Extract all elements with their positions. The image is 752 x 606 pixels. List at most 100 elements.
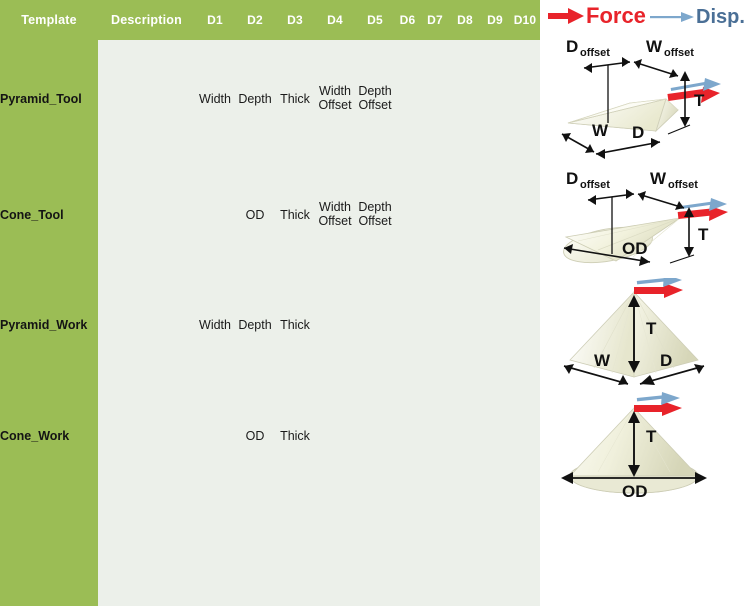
table-row: Cone_Work OD Thick [0, 380, 540, 492]
w-offset-label-base: W [646, 37, 663, 56]
depth-label: D [632, 123, 644, 142]
column-header-d8: D8 [450, 0, 480, 40]
thickness-label: T [646, 319, 657, 338]
cell-description [98, 270, 195, 381]
cell-d5-line1: Depth [358, 84, 392, 99]
w-offset-label-base: W [650, 169, 667, 188]
cell-d5: Depth Offset [355, 40, 395, 159]
table-row: Pyramid_Work Width Depth Thick [0, 270, 540, 381]
cell-d10 [510, 380, 540, 492]
displacement-arrow-icon [636, 392, 680, 405]
cell-d2 [235, 491, 275, 606]
table-row: Pyramid_Tool Width Depth Thick Width Off… [0, 40, 540, 159]
legend-label-force: Force [586, 3, 646, 28]
table-header: Template Description D1 D2 D3 D4 D5 D6 D… [0, 0, 540, 40]
cell-d10 [510, 491, 540, 606]
cell-d5-line2: Offset [358, 98, 392, 113]
cell-d5 [355, 270, 395, 381]
depth-dimension [595, 138, 661, 159]
cell-d6 [395, 158, 420, 271]
cell-d9 [480, 270, 510, 381]
cell-description [98, 491, 195, 606]
cell-d1: Width [195, 270, 235, 381]
row-header-pyramid-tool: Pyramid_Tool [0, 40, 98, 159]
cell-d10 [510, 270, 540, 381]
column-header-d6: D6 [395, 0, 420, 40]
legend-item-disp: Disp. [648, 7, 745, 27]
cell-d4 [315, 491, 355, 606]
cell-d4-line1: Width [319, 84, 351, 99]
cell-d1 [195, 491, 235, 606]
cell-d8 [450, 380, 480, 492]
cell-d3 [275, 491, 315, 606]
cell-d4: Width Offset [315, 40, 355, 159]
cell-d10 [510, 158, 540, 271]
d-offset-label-sub: offset [580, 179, 610, 191]
figure-column: Force Disp. D offset W offset T W D D of… [538, 0, 752, 606]
cell-d9 [480, 380, 510, 492]
cell-d8 [450, 491, 480, 606]
pyramid-tool-figure: D offset W offset T W D [538, 30, 752, 162]
displacement-arrow-icon [680, 198, 727, 211]
width-label: W [592, 121, 609, 140]
cell-d6 [395, 40, 420, 159]
thickness-label: T [694, 91, 705, 110]
cell-d7 [420, 270, 450, 381]
cell-d5: Depth Offset [355, 158, 395, 271]
cell-d1 [195, 380, 235, 492]
displacement-arrow-icon [670, 78, 721, 91]
pyramid-work-figure: T W D [538, 278, 752, 392]
d-offset-label-base: D [566, 169, 578, 188]
cell-d8 [450, 40, 480, 159]
table-body: Pyramid_Tool Width Depth Thick Width Off… [0, 40, 540, 606]
force-arrow-icon [634, 283, 683, 298]
cell-d8 [450, 158, 480, 271]
column-header-d7: D7 [420, 0, 450, 40]
cell-d6 [395, 380, 420, 492]
cell-d6 [395, 491, 420, 606]
cell-d2: Depth [235, 270, 275, 381]
cell-d5-line2: Offset [358, 213, 392, 228]
cell-d5 [355, 491, 395, 606]
cell-d5-line1: Depth [358, 199, 392, 214]
force-arrow-icon [548, 8, 584, 24]
width-dimension [561, 133, 595, 153]
legend-item-force: Force [546, 5, 646, 27]
cell-d4 [315, 270, 355, 381]
cell-d5 [355, 380, 395, 492]
cell-d4-line1: Width [319, 199, 351, 214]
column-header-template: Template [0, 0, 98, 40]
cell-d1 [195, 158, 235, 271]
template-dimension-table-container: Template Description D1 D2 D3 D4 D5 D6 D… [0, 0, 540, 606]
row-header-empty [0, 491, 98, 606]
cell-d7 [420, 158, 450, 271]
w-offset-dimension [637, 191, 685, 210]
column-header-d5: D5 [355, 0, 395, 40]
thickness-dimension [667, 71, 691, 135]
legend-label-disp: Disp. [696, 6, 745, 28]
cell-d3: Thick [275, 40, 315, 159]
template-dimension-table: Template Description D1 D2 D3 D4 D5 D6 D… [0, 0, 540, 606]
column-header-d4: D4 [315, 0, 355, 40]
cell-d4: Width Offset [315, 158, 355, 271]
figure-page: Template Description D1 D2 D3 D4 D5 D6 D… [0, 0, 752, 606]
cell-d8 [450, 270, 480, 381]
column-header-d2: D2 [235, 0, 275, 40]
column-header-description: Description [98, 0, 195, 40]
cell-d9 [480, 158, 510, 271]
d-offset-label-base: D [566, 37, 578, 56]
table-row: Cone_Tool OD Thick Width Offset Depth Of… [0, 158, 540, 271]
thickness-label: T [698, 225, 709, 244]
row-header-pyramid-work: Pyramid_Work [0, 270, 98, 381]
inverted-pyramid-solid [567, 98, 679, 133]
w-offset-label-sub: offset [668, 179, 698, 191]
w-offset-label-sub: offset [664, 47, 694, 59]
row-header-cone-tool: Cone_Tool [0, 158, 98, 271]
force-arrow-icon [634, 401, 682, 416]
thickness-label: T [646, 427, 657, 446]
d-offset-label-sub: offset [580, 47, 610, 59]
displacement-arrow-icon [650, 12, 694, 22]
cone-tool-figure: D offset W offset T OD [538, 166, 752, 278]
cell-d9 [480, 40, 510, 159]
cell-d2: Depth [235, 40, 275, 159]
